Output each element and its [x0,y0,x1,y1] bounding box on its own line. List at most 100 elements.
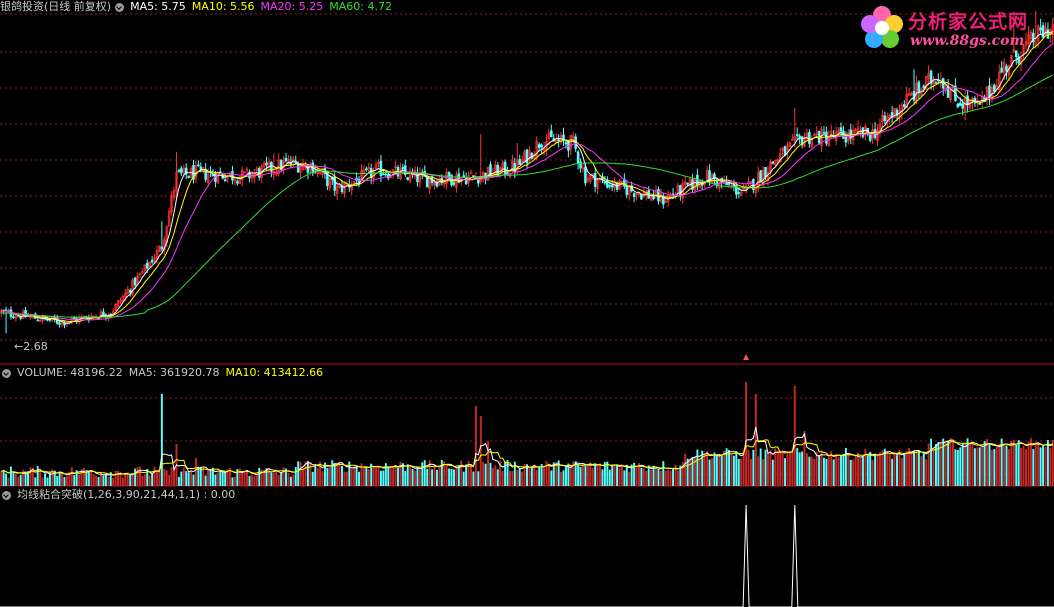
volume-bar [156,470,158,486]
volume-bar [628,471,631,486]
volume-bar [917,450,920,486]
volume-bar [978,447,981,486]
candle [839,127,843,132]
volume-bar [934,444,937,486]
volume-bar [231,477,234,486]
candle [584,166,587,184]
volume-bar [981,446,984,486]
volume-bar [883,448,886,486]
volume-bar [216,472,219,486]
volume-bar [209,470,212,486]
volume-bar [253,476,256,486]
volume-bar [333,462,336,486]
candle [993,84,996,92]
candle [686,182,689,185]
volume-bar [233,476,236,486]
candle [462,175,465,178]
volume-bar [375,467,378,486]
volume-bar [406,464,409,486]
volume-bar [197,466,200,486]
volume-bar [484,463,487,486]
candle [382,173,385,176]
volume-bar [455,467,458,486]
candle [966,95,969,106]
volume-bar [141,475,144,486]
volume-bar [757,456,760,486]
volume-bar [238,468,241,486]
candle [988,85,991,98]
volume-bar [1015,444,1018,486]
low-price-label: ←2.68 [14,340,48,353]
volume-bar [491,467,494,486]
candle [593,173,597,187]
volume-bar [642,468,645,486]
volume-bar [372,465,375,486]
volume-bar [764,449,767,486]
candle [365,168,368,171]
volume-bar [854,455,857,486]
volume-bar [343,471,346,486]
volume-bar [409,466,412,486]
volume-bar [289,476,292,486]
volume-bar [129,474,132,486]
candle [128,289,132,293]
volume-bar [837,456,840,486]
volume-bar [939,442,942,486]
volume-bar [908,448,911,486]
volume-bar [431,469,434,486]
volume-bar [735,451,738,486]
volume-bar [382,470,385,486]
volume-bar [470,464,472,486]
volume-bar [241,471,244,486]
candle [737,192,741,194]
volume-bar [698,458,701,486]
settings-circle-icon[interactable] [115,2,125,12]
volume-bar [650,469,653,486]
volume-bar [701,450,704,486]
candle [472,175,475,177]
volume-bar [221,471,224,486]
volume-bar [986,439,989,486]
volume-bar [292,474,295,486]
candle [401,167,405,170]
candle [197,164,200,167]
volume-bar [270,472,273,486]
candle [236,181,239,184]
volume-bar [177,476,180,486]
volume-bar [338,462,341,486]
volume-bar [112,477,115,486]
settings-circle-icon[interactable] [2,368,11,378]
volume-bar [711,458,713,486]
volume-bar [435,469,438,486]
volume-bar [350,468,353,486]
volume-bar [874,454,877,486]
settings-circle-icon[interactable] [2,490,11,500]
volume-bar [392,467,395,486]
candle [406,177,409,180]
volume-bar [888,452,891,486]
volume-bar [589,462,592,486]
candle [564,142,568,145]
volume-bar [389,465,392,486]
volume-bar [465,464,468,486]
volume-bar [277,475,280,486]
volume-bar [92,474,95,486]
volume-bar [952,440,954,486]
volume-bar [1042,446,1045,486]
candle [150,259,154,263]
volume-bar [182,467,185,486]
candle [956,103,960,108]
volume-bar [720,455,723,486]
candle [679,185,682,196]
volume-bar [1049,448,1052,486]
candle [608,185,612,187]
candle [868,134,872,141]
volume-bar [932,447,935,486]
volume-bar [776,450,779,486]
volume-bar [788,451,791,486]
candle [537,143,541,149]
volume-bar [302,468,305,486]
volume-bar [1029,438,1032,486]
stock-chart[interactable] [0,0,1054,607]
volume-bar [745,382,748,486]
